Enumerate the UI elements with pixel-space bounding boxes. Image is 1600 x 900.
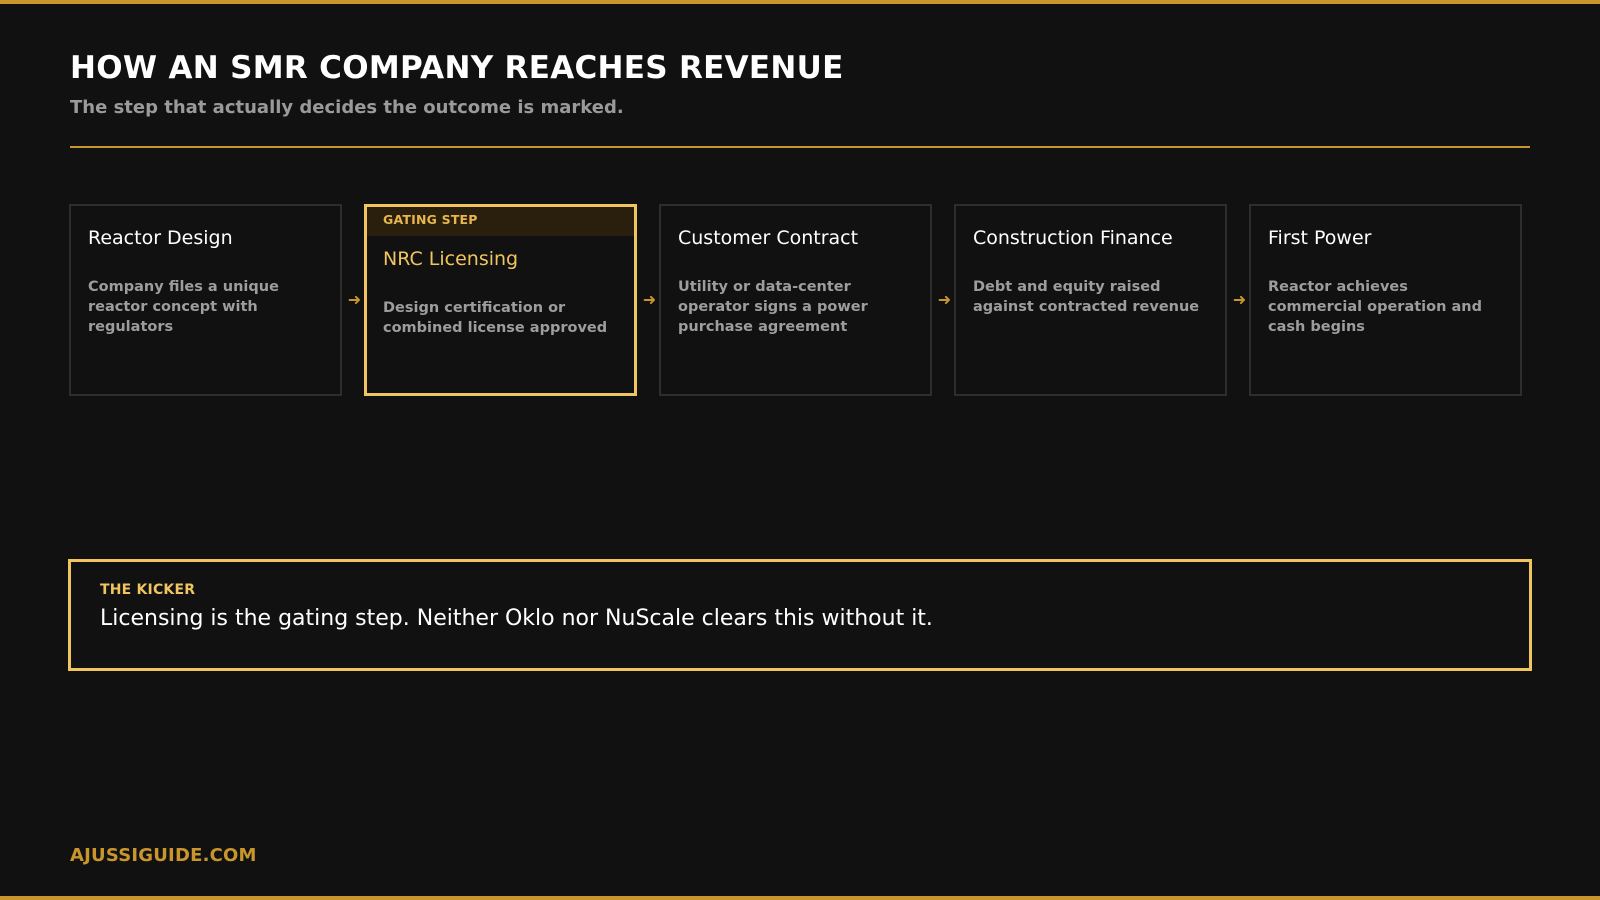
step-description: Company files a unique reactor concept w… <box>88 279 279 335</box>
page-title: HOW AN SMR COMPANY REACHES REVENUE <box>70 50 844 86</box>
step-first-power: First Power Reactor achieves commercial … <box>1249 204 1522 396</box>
step-reactor-design: Reactor Design Company files a unique re… <box>69 204 342 396</box>
kicker-text: Licensing is the gating step. Neither Ok… <box>100 606 933 631</box>
step-customer-contract: Customer Contract Utility or data-center… <box>659 204 932 396</box>
step-construction-finance: Construction Finance Debt and equity rai… <box>954 204 1227 396</box>
arrow-right-icon: ➜ <box>937 290 952 309</box>
arrow-right-icon: ➜ <box>1232 290 1247 309</box>
header-divider <box>70 146 1530 148</box>
step-description: Utility or data-center operator signs a … <box>678 279 868 335</box>
revenue-flow: Reactor Design Company files a unique re… <box>69 204 1524 396</box>
arrow-right-icon: ➜ <box>642 290 657 309</box>
step-title: Reactor Design <box>88 227 233 249</box>
step-description: Debt and equity raised against contracte… <box>973 279 1200 315</box>
page-subtitle: The step that actually decides the outco… <box>70 97 624 118</box>
top-accent-bar <box>0 0 1600 4</box>
brand-footer: AJUSSIGUIDE.COM <box>70 845 257 866</box>
arrow-right-icon: ➜ <box>347 290 362 309</box>
bottom-accent-bar <box>0 896 1600 900</box>
kicker-label: THE KICKER <box>100 582 196 598</box>
kicker-callout: THE KICKER Licensing is the gating step.… <box>68 559 1532 671</box>
step-nrc-licensing: GATING STEP NRC Licensing Design certifi… <box>364 204 637 396</box>
step-description: Reactor achieves commercial operation an… <box>1268 279 1482 335</box>
step-description: Design certification or combined license… <box>383 300 608 336</box>
step-title: NRC Licensing <box>383 248 519 270</box>
gating-step-badge: GATING STEP <box>367 207 634 236</box>
step-title: Customer Contract <box>678 227 859 249</box>
step-title: First Power <box>1268 227 1372 249</box>
step-title: Construction Finance <box>973 227 1173 249</box>
